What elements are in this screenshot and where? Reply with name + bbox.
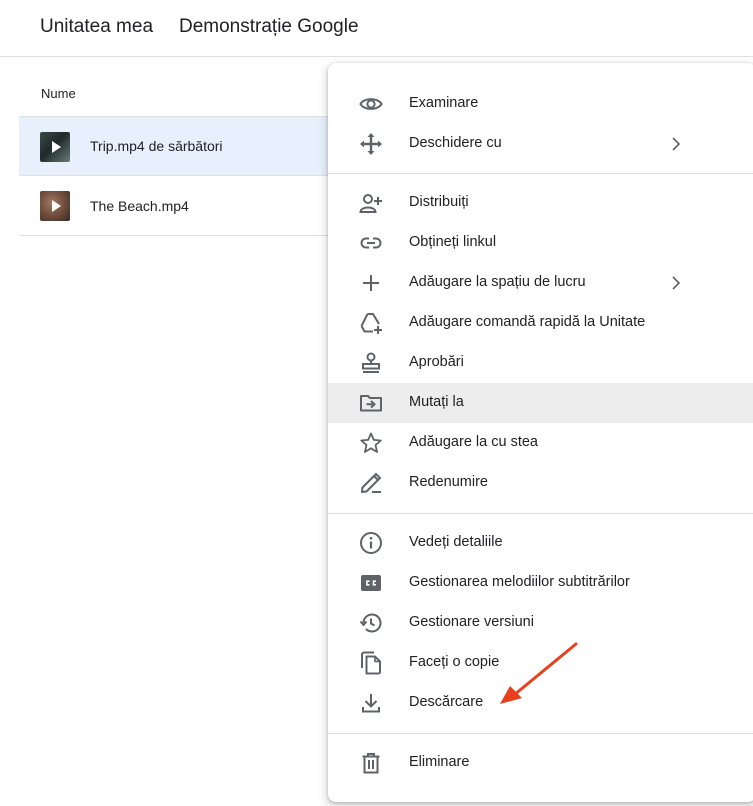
trash-icon (358, 751, 384, 775)
menu-item-label: Aprobări (409, 354, 464, 370)
menu-item-remove[interactable]: Eliminare (328, 743, 753, 783)
breadcrumb-current-folder[interactable]: Demonstrație Google (179, 16, 359, 38)
menu-divider (328, 173, 753, 174)
annotation-arrow-icon (500, 642, 578, 704)
menu-item-label: Descărcare (409, 694, 484, 710)
closed-captions-icon (358, 571, 384, 595)
menu-item-label: Faceți o copie (409, 654, 500, 670)
menu-divider (328, 513, 753, 514)
menu-item-label: Deschidere cu (409, 135, 502, 151)
link-icon (358, 231, 384, 255)
plus-icon (358, 271, 384, 295)
file-name: The Beach.mp4 (90, 197, 189, 214)
menu-item-captions[interactable]: Gestionarea melodiilor subtitrărilor (328, 563, 753, 603)
menu-item-share[interactable]: Distribuiți (328, 183, 753, 223)
menu-item-label: Distribuiți (409, 194, 469, 210)
menu-item-get-link[interactable]: Obțineți linkul (328, 223, 753, 263)
menu-item-label: Redenumire (409, 474, 488, 490)
menu-item-open-with[interactable]: Deschidere cu (328, 124, 753, 164)
menu-item-label: Gestionarea melodiilor subtitrărilor (409, 574, 630, 590)
menu-item-label: Eliminare (409, 754, 470, 770)
menu-item-preview[interactable]: Examinare (328, 84, 753, 124)
menu-item-label: Mutați la (409, 394, 464, 410)
menu-item-approvals[interactable]: Aprobări (328, 343, 753, 383)
chevron-right-icon (668, 275, 684, 291)
menu-item-rename[interactable]: Redenumire (328, 463, 753, 503)
info-icon (358, 531, 384, 555)
menu-item-label: Adăugare comandă rapidă la Unitate (409, 314, 646, 330)
history-icon (358, 611, 384, 635)
chevron-right-icon (668, 136, 684, 152)
eye-icon (358, 92, 384, 116)
breadcrumb-my-drive[interactable]: Unitatea mea (40, 16, 153, 38)
play-icon (51, 141, 61, 153)
menu-item-add-shortcut[interactable]: Adăugare comandă rapidă la Unitate (328, 303, 753, 343)
move-arrows-icon (358, 132, 384, 156)
person-add-icon (358, 191, 384, 215)
copy-icon (358, 651, 384, 675)
menu-item-versions[interactable]: Gestionare versiuni (328, 603, 753, 643)
breadcrumb: Unitatea mea Demonstrație Google (0, 0, 753, 57)
star-icon (358, 431, 384, 455)
download-icon (358, 691, 384, 715)
video-thumbnail-icon (40, 191, 70, 221)
menu-item-label: Examinare (409, 95, 479, 111)
menu-item-label: Gestionare versiuni (409, 614, 534, 630)
file-name: Trip.mp4 de sărbători (90, 138, 223, 154)
drive-shortcut-icon (358, 311, 384, 335)
menu-item-label: Adăugare la cu stea (409, 434, 538, 450)
column-header-name[interactable]: Nume (41, 86, 76, 101)
menu-item-label: Obțineți linkul (409, 234, 497, 250)
menu-item-details[interactable]: Vedeți detaliile (328, 523, 753, 563)
menu-item-label: Adăugare la spațiu de lucru (409, 274, 586, 290)
menu-item-move-to[interactable]: Mutați la (328, 383, 753, 423)
play-icon (51, 200, 61, 212)
stamp-icon (358, 351, 384, 375)
video-thumbnail-icon (40, 132, 70, 162)
folder-move-icon (358, 391, 384, 415)
menu-divider (328, 733, 753, 734)
pencil-icon (358, 471, 384, 495)
menu-item-label: Vedeți detaliile (409, 534, 503, 550)
menu-item-add-to-workspace[interactable]: Adăugare la spațiu de lucru (328, 263, 753, 303)
menu-item-star[interactable]: Adăugare la cu stea (328, 423, 753, 463)
